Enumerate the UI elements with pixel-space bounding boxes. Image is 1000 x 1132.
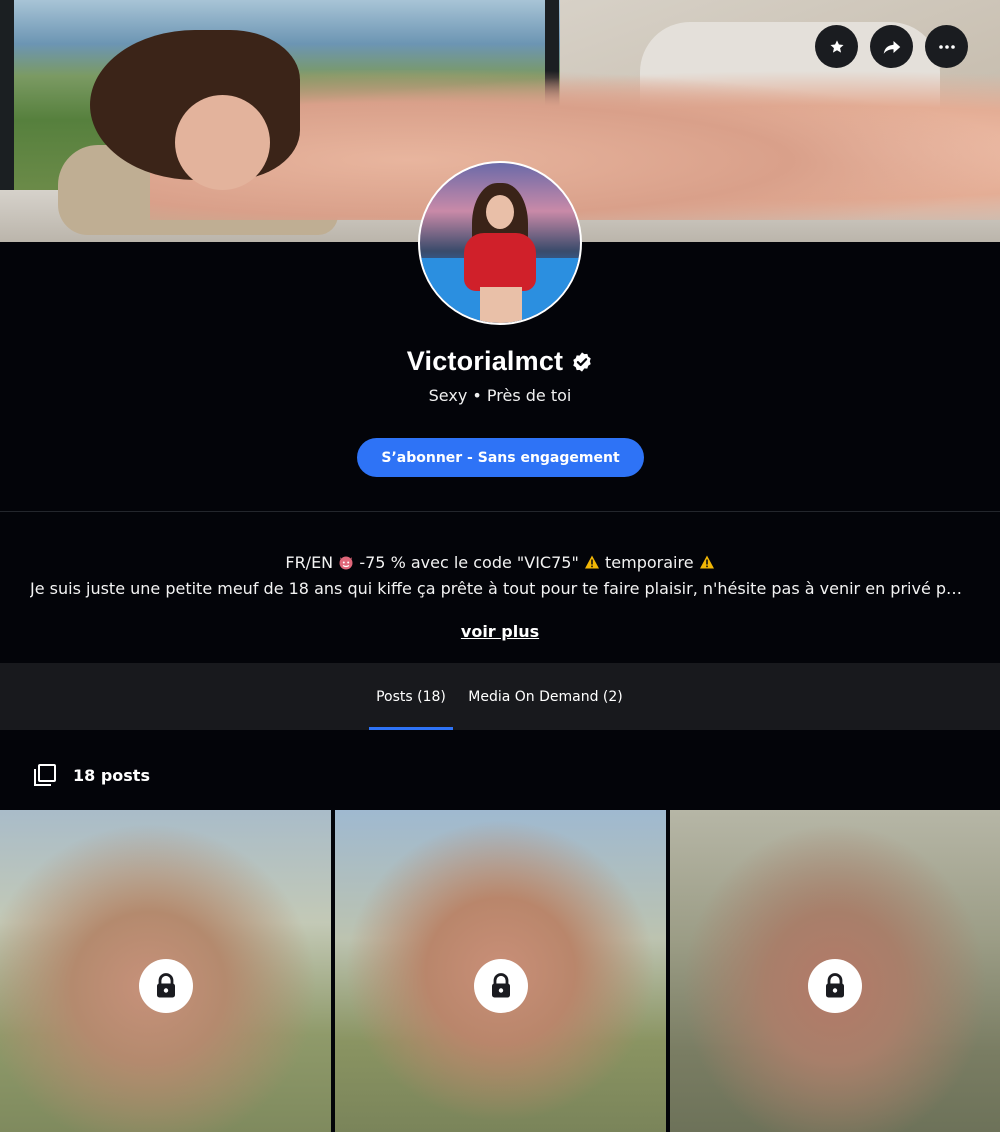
locked-post-button[interactable]	[138, 959, 193, 1013]
post-tile[interactable]	[0, 810, 331, 1132]
locked-post-button[interactable]	[808, 959, 862, 1013]
lock-icon	[156, 973, 175, 998]
star-icon	[829, 39, 844, 53]
bio-language: FR/EN	[285, 553, 334, 572]
header-actions	[815, 25, 968, 68]
favorite-button[interactable]	[815, 25, 858, 68]
verified-badge-icon	[573, 351, 591, 372]
warning-icon	[699, 555, 714, 569]
posts-grid	[0, 810, 1000, 1132]
see-more-link[interactable]: voir plus	[0, 622, 1000, 641]
posts-gallery-icon	[34, 764, 56, 786]
more-options-button[interactable]	[925, 25, 968, 68]
bio-temporary: temporaire	[605, 553, 694, 572]
posts-header: 18 posts	[33, 763, 150, 787]
profile-name: Victorialmct	[406, 346, 564, 376]
locked-post-button[interactable]	[473, 959, 528, 1013]
bio-description: Je suis juste une petite meuf de 18 ans …	[30, 579, 970, 598]
lock-icon	[826, 973, 844, 998]
profile-avatar[interactable]	[418, 161, 582, 325]
more-icon	[938, 44, 955, 49]
profile-tagline: Sexy • Près de toi	[428, 386, 572, 405]
bio-promo-line: FR/EN -75 % avec le code "VIC75" tempora…	[0, 553, 1000, 572]
profile-name-row: Victorialmct	[0, 346, 1000, 377]
devil-emoji-icon	[339, 556, 353, 570]
content-tabs: Posts (18) Media On Demand (2)	[0, 663, 1000, 730]
subscribe-button[interactable]: S’abonner - Sans engagement	[357, 438, 644, 477]
tab-posts[interactable]: Posts (18)	[369, 663, 453, 730]
tab-media-on-demand[interactable]: Media On Demand (2)	[463, 663, 628, 730]
divider	[0, 511, 1000, 512]
lock-icon	[491, 973, 510, 998]
posts-count: 18 posts	[73, 765, 150, 785]
share-icon	[883, 40, 900, 54]
bio-promo-code: -75 % avec le code "VIC75"	[359, 553, 579, 572]
warning-icon	[584, 555, 599, 569]
post-tile[interactable]	[335, 810, 666, 1132]
post-tile[interactable]	[670, 810, 1000, 1132]
share-button[interactable]	[870, 25, 913, 68]
